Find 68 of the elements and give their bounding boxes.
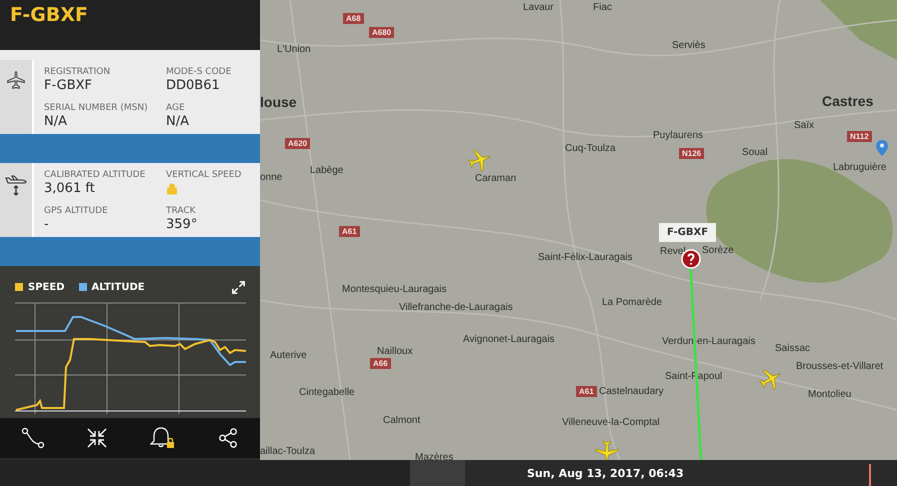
timeline-marker (869, 464, 871, 486)
location-pin-icon[interactable] (875, 139, 889, 157)
flight-label[interactable]: F-GBXF (659, 223, 716, 242)
road-shield: N112 (847, 131, 872, 142)
plane-icon[interactable] (594, 439, 620, 460)
place-label: Sorèze (702, 245, 734, 256)
place-label: Serviès (672, 40, 706, 51)
field-label: AGE (166, 102, 186, 114)
legend-item: ALTITUDE (78, 282, 145, 292)
place-label: Brousses-et-Villaret (796, 361, 884, 372)
place-label: Cintegabelle (299, 387, 355, 398)
place-label: Cuq-Toulza (565, 143, 616, 154)
place-label: Puylaurens (653, 130, 704, 141)
lock-icon (166, 183, 178, 195)
place-label: Montolieu (808, 389, 852, 400)
road-shield: A620 (285, 138, 310, 149)
road-shield: A680 (369, 27, 394, 38)
place-label: Castres (822, 93, 874, 109)
airplane-icon (6, 70, 26, 90)
field-label: SERIAL NUMBER (MSN) (44, 102, 149, 114)
field-value: 3,061 ft (44, 181, 96, 197)
field-value: DD0B61 (166, 78, 221, 94)
place-label: Avignonet-Lauragais (463, 334, 555, 345)
place-label: Soual (742, 147, 768, 158)
place-label: Saïx (794, 120, 814, 131)
place-label: La Pomarède (602, 297, 662, 308)
place-label: Saint-Félix-Lauragais (538, 252, 632, 263)
place-label: onne (260, 172, 282, 183)
field-value: - (44, 216, 50, 232)
place-label: Villeneuve-la-Comptal (562, 417, 660, 428)
place-label: L'Union (277, 44, 311, 55)
place-label: Calmont (383, 415, 420, 426)
road-shield: A61 (339, 226, 360, 237)
place-label: louse (260, 94, 297, 110)
road-shield: A61 (576, 386, 597, 397)
field-label: GPS ALTITUDE (44, 206, 109, 216)
place-label: Montesquieu-Lauragais (342, 284, 447, 295)
place-label: Villefranche-de-Lauragais (399, 302, 513, 313)
place-label: Lavaur (523, 2, 554, 13)
place-label: Auterive (270, 350, 307, 361)
field-value: N/A (44, 114, 68, 130)
field-label: MODE-S CODE (166, 67, 232, 78)
place-label: Labruguière (833, 162, 886, 173)
place-label: Castelnaudary (599, 386, 664, 397)
legend-item: SPEED (15, 282, 64, 292)
place-label: Revel (660, 246, 686, 257)
road-shield: A68 (343, 13, 364, 24)
place-label: Caraman (475, 173, 516, 184)
place-label: aillac-Toulza (260, 446, 316, 457)
expand-icon[interactable] (231, 280, 246, 294)
place-label: Labège (310, 165, 344, 176)
road-shield: N126 (679, 148, 704, 159)
callsign-title: F-GBXF (10, 4, 88, 26)
field-value: F-GBXF (44, 78, 94, 94)
field-value: N/A (166, 114, 190, 130)
place-label: Saissac (775, 343, 810, 354)
place-label: Mazères (415, 452, 454, 460)
field-label: CALIBRATED ALTITUDE (44, 170, 146, 181)
place-label: Fiac (593, 2, 612, 13)
field-label: TRACK (166, 206, 197, 216)
place-label: Nailloux (377, 346, 413, 357)
field-value: 359° (166, 216, 198, 232)
road-shield: A66 (370, 358, 391, 369)
timeline-handle[interactable] (410, 460, 465, 486)
field-label: VERTICAL SPEED (166, 170, 242, 181)
field-label: REGISTRATION (44, 67, 112, 78)
timeline-date: Sun, Aug 13, 2017, 06:43 (527, 466, 684, 480)
plane-altitude-icon (5, 173, 27, 197)
